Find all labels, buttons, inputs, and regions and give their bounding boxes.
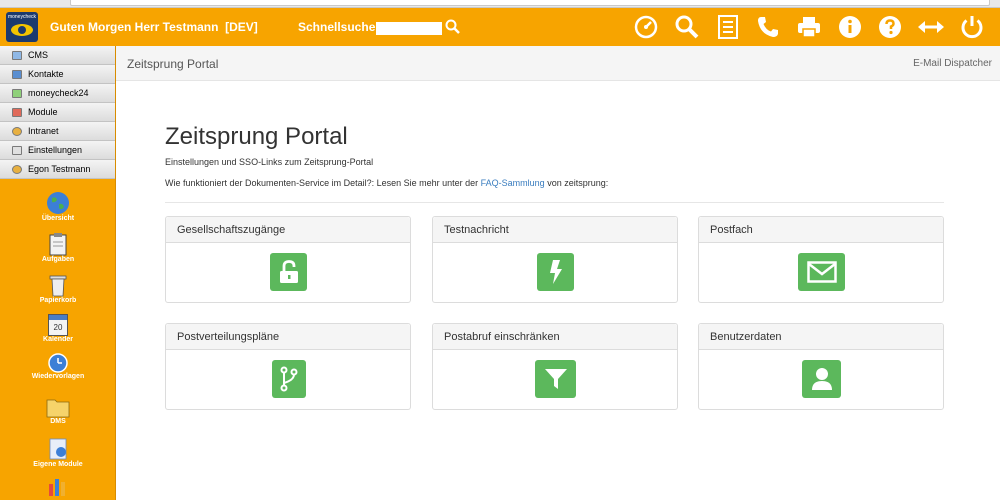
quick-dms[interactable]: DMS (0, 396, 116, 425)
page-description: Einstellungen und SSO-Links zum Zeitspru… (165, 157, 374, 167)
trash-icon (49, 275, 67, 297)
panel-title: Benutzerdaten (699, 324, 943, 350)
logo-text: moneycheck (7, 14, 37, 20)
quick-label: Wiedervorlagen (31, 373, 85, 380)
faq-link[interactable]: FAQ-Sammlung (481, 178, 545, 188)
settings-icon (12, 145, 22, 155)
quick-papierkorb[interactable]: Papierkorb (0, 273, 116, 304)
panel-postverteilungsplaene: Postverteilungspläne (165, 323, 411, 410)
panel-title: Testnachricht (433, 217, 677, 243)
people-icon (12, 126, 22, 136)
panel-testnachricht: Testnachricht (432, 216, 678, 303)
power-icon[interactable] (958, 14, 986, 40)
quick-label: Eigene Module (33, 461, 83, 468)
sidebar-item-label: Einstellungen (28, 145, 83, 155)
user-icon (811, 368, 832, 390)
printer-icon[interactable] (795, 14, 823, 40)
quick-label: Übersicht (41, 215, 75, 222)
contacts-icon (12, 69, 22, 79)
postverteilungsplaene-button[interactable] (272, 360, 306, 398)
sidebar-item-user[interactable]: Egon Testmann (0, 160, 115, 179)
branch-icon (280, 366, 298, 392)
quick-eigene-module[interactable]: Eigene Module (0, 437, 116, 468)
quick-label: Aufgaben (41, 256, 75, 263)
quick-label: Papierkorb (39, 297, 77, 304)
sidebar-item-label: Egon Testmann (28, 164, 91, 174)
subheader: Zeitsprung Portal E-Mail Dispatcher (116, 46, 1000, 81)
resize-arrows-icon[interactable] (917, 14, 945, 40)
panel-gesellschaftszugaenge: Gesellschaftszugänge (165, 216, 411, 303)
module-icon (12, 107, 22, 117)
user-icon (12, 164, 22, 174)
panel-postfach: Postfach (698, 216, 944, 303)
quick-kalender[interactable]: 20 Kalender (0, 314, 116, 343)
folder-icon (46, 399, 70, 418)
benutzerdaten-button[interactable] (802, 360, 841, 398)
app-logo[interactable]: moneycheck (6, 12, 38, 42)
divider (165, 202, 944, 203)
panel-benutzerdaten: Benutzerdaten (698, 323, 944, 410)
greeting-text: Guten Morgen Herr Testmann [DEV] (50, 20, 258, 34)
lightning-icon (549, 260, 562, 284)
calendar-day: 20 (53, 323, 63, 332)
info-suffix: von zeitsprung: (544, 178, 609, 188)
sidebar-item-intranet[interactable]: Intranet (0, 122, 115, 141)
quick-label: DMS (50, 418, 66, 425)
sidebar-item-label: Kontakte (28, 69, 64, 79)
quick-aufgaben[interactable]: Aufgaben (0, 232, 116, 263)
sidebar-item-einstellungen[interactable]: Einstellungen (0, 141, 115, 160)
quick-statistics[interactable] (0, 476, 116, 496)
info-text: Wie funktioniert der Dokumenten-Service … (165, 178, 608, 188)
browser-chrome (0, 0, 1000, 8)
clipboard-icon (49, 233, 67, 256)
sidebar-item-label: moneycheck24 (28, 88, 89, 98)
quicksearch-input[interactable] (376, 22, 442, 35)
top-bar: moneycheck Guten Morgen Herr Testmann [D… (0, 8, 1000, 46)
speedometer-icon[interactable] (632, 14, 660, 40)
search-icon[interactable] (445, 18, 461, 36)
info-icon[interactable] (836, 14, 864, 40)
info-prefix: Wie funktioniert der Dokumenten-Service … (165, 178, 481, 188)
sidebar-item-moneycheck24[interactable]: moneycheck24 (0, 84, 115, 103)
main-content: Zeitsprung Portal E-Mail Dispatcher Zeit… (116, 46, 1000, 500)
list-icon[interactable] (714, 14, 742, 40)
sidebar-item-cms[interactable]: CMS (0, 46, 115, 65)
testnachricht-button[interactable] (537, 253, 574, 291)
unlock-button[interactable] (270, 253, 307, 291)
panel-title: Postfach (699, 217, 943, 243)
panel-title: Postverteilungspläne (166, 324, 410, 350)
magnifier-icon[interactable] (673, 14, 701, 40)
panel-title: Postabruf einschränken (433, 324, 677, 350)
panel-postabruf-einschraenken: Postabruf einschränken (432, 323, 678, 410)
document-icon (12, 88, 22, 98)
envelope-icon (806, 261, 837, 283)
globe-icon (47, 192, 69, 214)
email-dispatcher-link[interactable]: E-Mail Dispatcher (913, 58, 992, 69)
calendar-icon: 20 (48, 314, 68, 336)
bar-chart-icon (49, 479, 65, 496)
panel-title: Gesellschaftszugänge (166, 217, 410, 243)
quick-uebersicht[interactable]: Übersicht (0, 191, 116, 222)
monitor-icon (12, 50, 22, 60)
help-icon[interactable] (876, 14, 904, 40)
sidebar-item-label: Module (28, 107, 58, 117)
sidebar-item-label: CMS (28, 50, 48, 60)
sidebar: CMS Kontakte moneycheck24 Module Intrane… (0, 46, 116, 500)
quick-label: Kalender (43, 336, 73, 343)
sidebar-item-label: Intranet (28, 126, 59, 136)
phone-icon[interactable] (754, 14, 782, 40)
page-title: Zeitsprung Portal (165, 123, 348, 150)
postabruf-button[interactable] (535, 360, 576, 398)
address-bar[interactable] (70, 0, 990, 6)
unlock-icon (279, 260, 298, 283)
clock-icon (48, 353, 68, 373)
sidebar-item-kontakte[interactable]: Kontakte (0, 65, 115, 84)
quicksearch-label: Schnellsuche: (298, 20, 380, 34)
sidebar-item-module[interactable]: Module (0, 103, 115, 122)
breadcrumb: Zeitsprung Portal (127, 57, 219, 71)
filter-icon (544, 369, 567, 389)
quick-wiedervorlagen[interactable]: Wiedervorlagen (0, 353, 116, 380)
puzzle-icon (49, 438, 67, 460)
postfach-button[interactable] (798, 253, 845, 291)
